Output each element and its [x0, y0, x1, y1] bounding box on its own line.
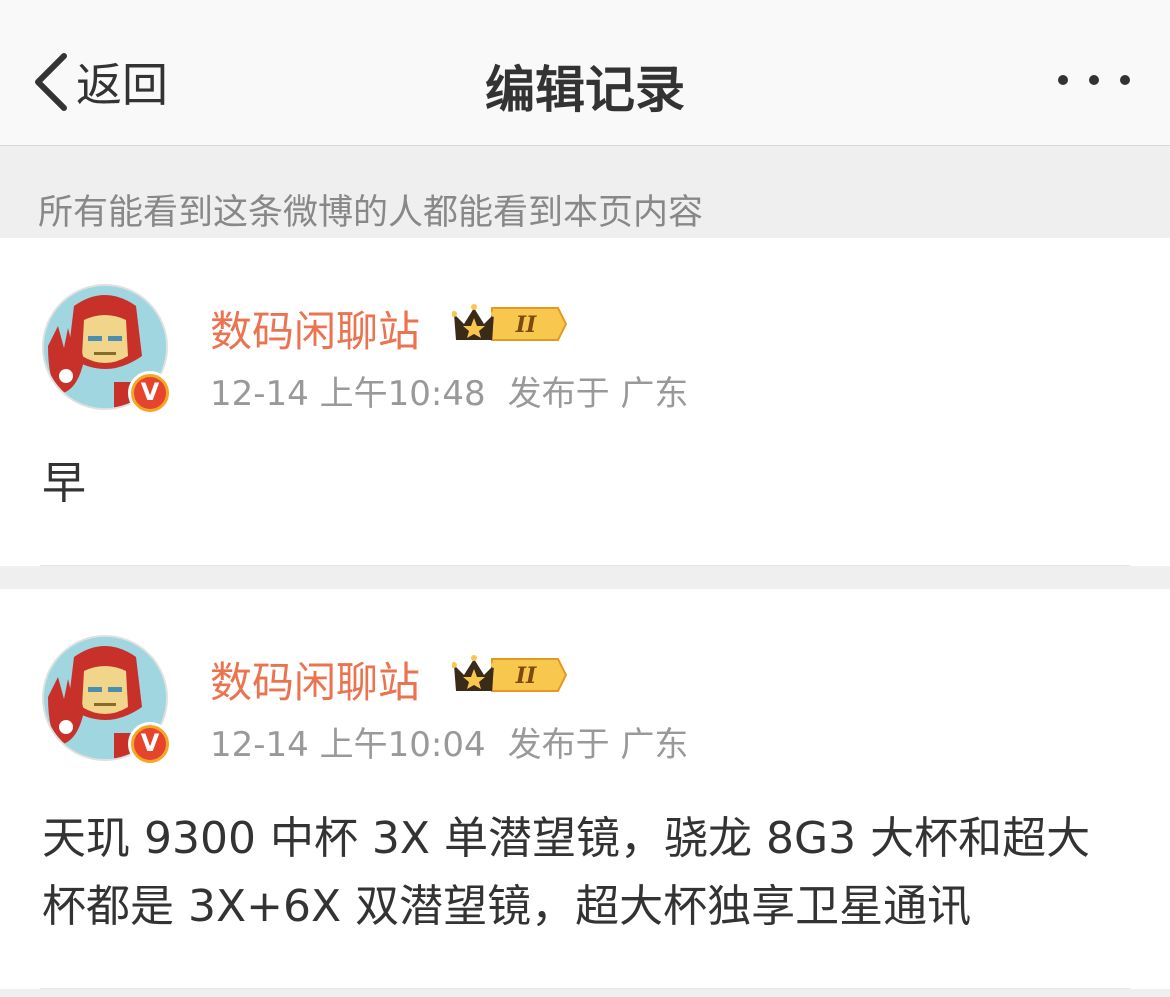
crown-vip-icon[interactable]: II: [451, 302, 568, 346]
navigation-bar: 返回 编辑记录: [0, 0, 1170, 146]
verified-v-icon: V: [128, 722, 172, 766]
verified-v-icon: V: [128, 371, 172, 415]
edit-record-card: V 数码闲聊站 II 12-14 上午10:48 发布于 广东 早: [0, 238, 1170, 566]
post-time: 12-14 上午10:04: [210, 725, 486, 765]
more-options-button[interactable]: [1058, 60, 1130, 100]
vip-level-text: II: [515, 663, 537, 689]
post-location: 发布于 广东: [507, 374, 689, 414]
username[interactable]: 数码闲聊站: [210, 298, 420, 359]
visibility-notice: 所有能看到这条微博的人都能看到本页内容: [38, 193, 704, 233]
page-title: 编辑记录: [485, 61, 685, 119]
edit-record-card: V 数码闲聊站 II 12-14 上午10:04 发布于 广东 天玑 9300 中…: [0, 589, 1170, 989]
divider: [40, 988, 1130, 989]
post-meta: 12-14 上午10:48 发布于 广东: [210, 366, 688, 415]
vip-level-text: II: [515, 312, 537, 338]
ellipsis-icon: [1058, 75, 1068, 85]
post-content: 早: [42, 458, 86, 509]
post-time: 12-14 上午10:48: [210, 374, 486, 414]
divider: [40, 565, 1130, 566]
post-content: 天玑 9300 中杯 3X 单潜望镜，骁龙 8G3 大杯和超大杯都是 3X+6X…: [42, 813, 1091, 932]
post-location: 发布于 广东: [507, 725, 689, 765]
username[interactable]: 数码闲聊站: [210, 649, 420, 710]
post-meta: 12-14 上午10:04 发布于 广东: [210, 717, 688, 766]
crown-vip-icon[interactable]: II: [451, 653, 568, 697]
